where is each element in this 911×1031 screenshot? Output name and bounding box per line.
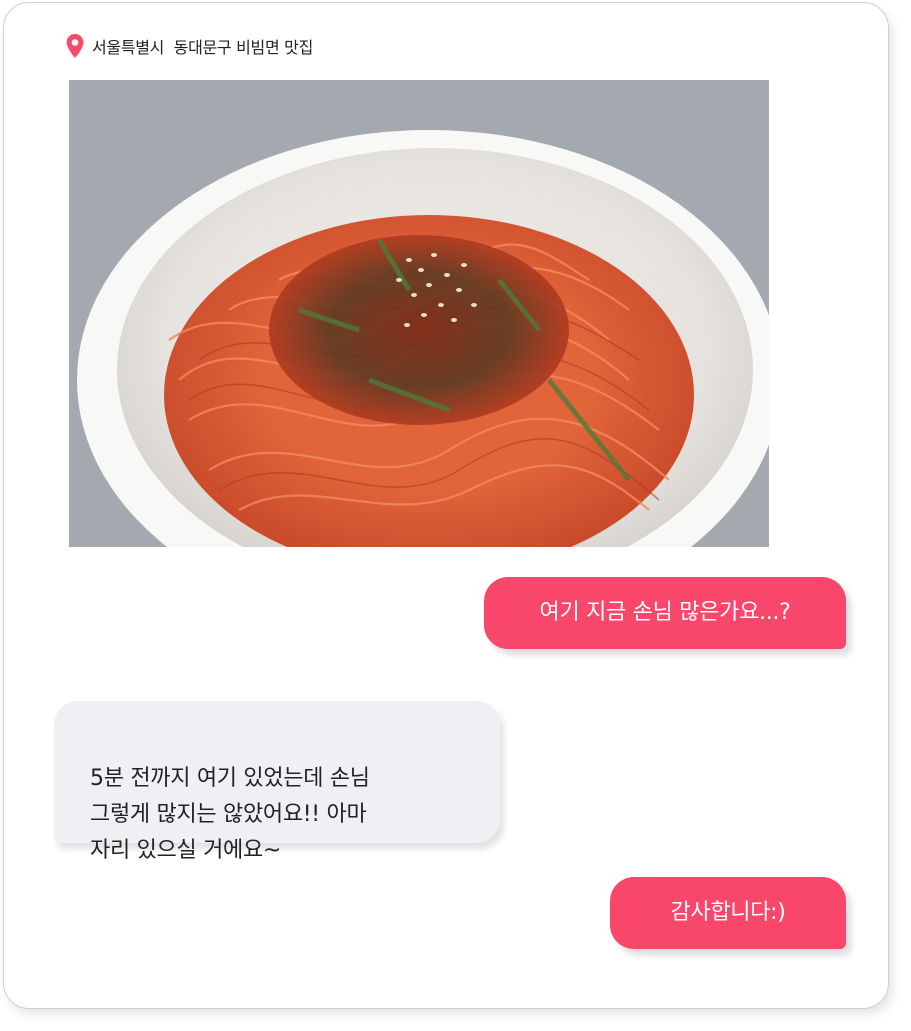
location-header[interactable]: 서울특별시 동대문구 비빔면 맛집 (66, 33, 313, 59)
sent-message[interactable]: 감사합니다:) (610, 877, 846, 949)
map-pin-icon (66, 34, 84, 58)
message-text: 감사합니다:) (670, 900, 786, 925)
sent-message[interactable]: 여기 지금 손님 많은가요...? (484, 577, 846, 649)
received-message[interactable]: 5분 전까지 여기 있었는데 손님 그렇게 많지는 않았어요!! 아마 자리 있… (54, 701, 500, 863)
bibim-noodle-image (69, 80, 769, 547)
food-photo[interactable] (69, 80, 769, 547)
message-text: 여기 지금 손님 많은가요...? (539, 600, 791, 625)
location-label: 서울특별시 동대문구 비빔면 맛집 (92, 38, 314, 57)
